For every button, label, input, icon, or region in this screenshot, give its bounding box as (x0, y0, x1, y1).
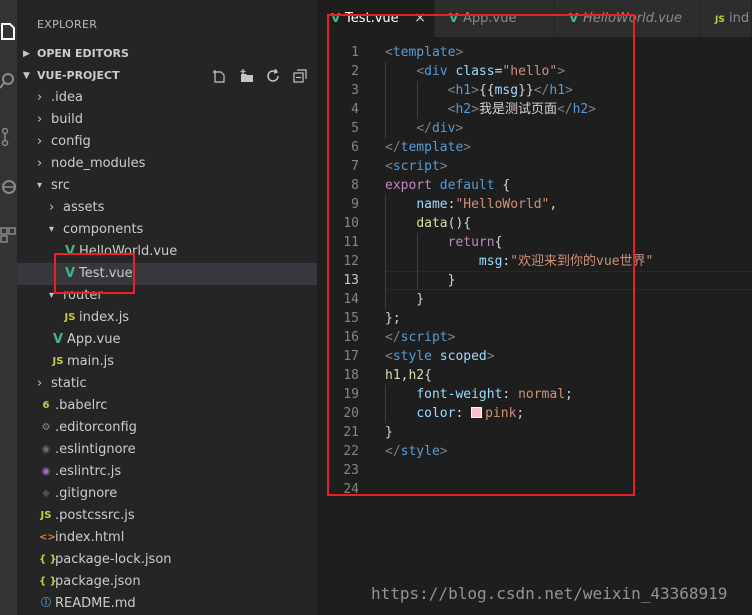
info-icon: ⓘ (41, 598, 51, 609)
js-icon: JS (64, 312, 76, 323)
annotation-box-editor (327, 14, 635, 496)
eslint-icon: ◉ (41, 466, 51, 477)
chevron-right-icon: › (37, 112, 43, 127)
json-icon: { } (39, 576, 57, 587)
file-item[interactable]: <> index.html (17, 527, 317, 549)
explorer-title: EXPLORER (37, 18, 98, 31)
chevron-right-icon: › (37, 134, 43, 149)
folder-label: config (51, 134, 91, 149)
chevron-down-icon: ▾ (49, 224, 55, 235)
chevron-right-icon: › (37, 90, 43, 105)
chevron-right-icon: › (37, 156, 43, 171)
folder-item[interactable]: › .idea (17, 87, 317, 109)
chevron-down-icon: ▾ (37, 180, 43, 191)
new-folder-icon[interactable] (239, 69, 255, 83)
debug-icon[interactable] (0, 178, 17, 196)
chevron-down-icon: ▼ (23, 71, 30, 81)
eslint-ignore-icon: ◉ (41, 444, 51, 455)
folder-label: static (51, 376, 87, 391)
file-item[interactable]: ◆ .gitignore (17, 483, 317, 505)
folder-item[interactable]: › node_modules (17, 153, 317, 175)
git-icon: ◆ (42, 488, 50, 499)
project-label: VUE-PROJECT (37, 69, 120, 82)
file-label: .eslintignore (55, 442, 136, 457)
js-icon: JS (40, 510, 52, 521)
file-item[interactable]: ⓘ README.md (17, 593, 317, 615)
folder-item[interactable]: › assets (17, 197, 317, 219)
project-section[interactable]: ▼ VUE-PROJECT (17, 65, 317, 87)
file-label: index.js (79, 310, 130, 325)
search-icon[interactable] (0, 72, 17, 90)
open-editors-section[interactable]: ▶ OPEN EDITORS (17, 43, 317, 65)
folder-label: src (51, 178, 70, 193)
file-item[interactable]: JS .postcssrc.js (17, 505, 317, 527)
file-label: index.html (55, 530, 125, 545)
js-icon: JS (715, 15, 725, 25)
file-label: App.vue (67, 332, 121, 347)
collapse-all-icon[interactable] (293, 69, 309, 83)
gear-icon: ⚙ (41, 422, 51, 433)
watermark: https://blog.csdn.net/weixin_43368919 (371, 584, 728, 603)
chevron-right-icon: › (49, 200, 55, 215)
file-item[interactable]: JS index.js (17, 307, 317, 329)
folder-label: build (51, 112, 83, 127)
file-item[interactable]: { } package-lock.json (17, 549, 317, 571)
file-item[interactable]: JS main.js (17, 351, 317, 373)
folder-item[interactable]: ▾ components (17, 219, 317, 241)
activity-bar (0, 0, 17, 615)
vue-icon: V (52, 332, 64, 347)
js-icon: JS (52, 356, 64, 367)
html-icon: <> (39, 532, 56, 543)
folder-item[interactable]: ▾ src (17, 175, 317, 197)
folder-item[interactable]: › static (17, 373, 317, 395)
file-label: main.js (67, 354, 114, 369)
tab-label: ind (729, 11, 750, 26)
file-label: .babelrc (55, 398, 108, 413)
file-label: .editorconfig (55, 420, 137, 435)
folder-label: node_modules (51, 156, 146, 171)
tab-index-js[interactable]: JS ind (701, 0, 752, 37)
file-label: .postcssrc.js (55, 508, 135, 523)
files-icon[interactable] (0, 22, 17, 40)
explorer-sidebar: EXPLORER ▶ OPEN EDITORS ▼ VUE-PROJECT ›.… (17, 0, 317, 615)
extensions-icon[interactable] (0, 226, 17, 244)
new-file-icon[interactable] (212, 69, 228, 83)
folder-label: .idea (51, 90, 83, 105)
folder-label: components (63, 222, 144, 237)
file-label: package-lock.json (55, 552, 172, 567)
annotation-box-test-vue (54, 253, 135, 294)
json-icon: { } (39, 554, 57, 565)
file-label: .eslintrc.js (55, 464, 122, 479)
file-item[interactable]: ◉ .eslintignore (17, 439, 317, 461)
source-control-icon[interactable] (0, 128, 17, 146)
file-item[interactable]: ◉ .eslintrc.js (17, 461, 317, 483)
babel-icon: 6 (42, 400, 50, 411)
file-label: README.md (55, 596, 136, 611)
open-editors-label: OPEN EDITORS (37, 47, 129, 60)
file-label: package.json (55, 574, 141, 589)
chevron-right-icon: › (37, 376, 43, 391)
chevron-right-icon: ▶ (23, 49, 30, 59)
file-item[interactable]: V App.vue (17, 329, 317, 351)
folder-item[interactable]: › config (17, 131, 317, 153)
file-item[interactable]: ⚙ .editorconfig (17, 417, 317, 439)
folder-item[interactable]: › build (17, 109, 317, 131)
refresh-icon[interactable] (266, 68, 282, 83)
file-item[interactable]: { } package.json (17, 571, 317, 593)
file-label: .gitignore (55, 486, 118, 501)
file-item[interactable]: 6 .babelrc (17, 395, 317, 417)
folder-label: assets (63, 200, 105, 215)
